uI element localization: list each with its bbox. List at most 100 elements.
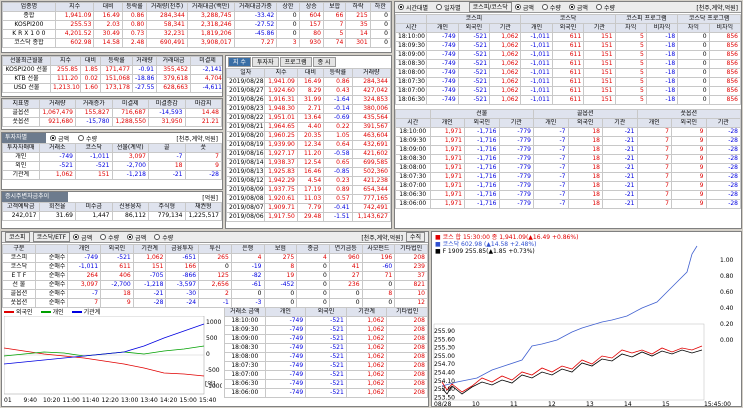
table-cell: 14.48 xyxy=(184,108,222,118)
y-tick-label: 0 xyxy=(206,351,210,358)
table-row[interactable]: 종합 1,941.09 16.49 0.86 284,344 3,288,745 -33.4… xyxy=(2,11,391,21)
table-row[interactable]: 18:08:00 -749 -521 1,062 -1,011 611 151 5 -18 0 85… xyxy=(395,68,741,78)
column-header: 등락률 xyxy=(121,2,148,12)
tab-kosdaq-etf[interactable]: 코스닥/ETF xyxy=(32,232,71,242)
table-cell: -1,218 xyxy=(132,280,167,290)
table-row[interactable]: 18:09:00 1,971 -1,716 -779 -7 18 -21 7 9 -28 xyxy=(395,145,741,155)
column-header: 풋 xyxy=(184,143,222,153)
table-cell: 80 xyxy=(298,29,324,39)
table-row[interactable]: 코스피 순매수 -749 -521 1,062 -651 265 4 275 4 960 196 208 xyxy=(2,253,428,263)
radio-quantity-2[interactable]: 수량 xyxy=(595,3,615,12)
table-row[interactable]: 18:07:00 -749 -521 1,062 -1,011 611 151 5 -18 0 85… xyxy=(395,86,741,96)
table-row[interactable]: E T F 순매수 264 406 -705 -866 125 -82 19 0 27 71 37 xyxy=(2,271,428,281)
table-row[interactable]: 2019/08/13 1,925.83 16.46 -0.85 502,360 xyxy=(226,167,391,177)
table-row[interactable]: 18:08:30 -749 -521 1,062 208 xyxy=(224,343,428,353)
table-row[interactable]: 2019/08/07 1,909.71 7.79 -0.41 742,491 xyxy=(226,203,391,213)
table-cell: -749 xyxy=(264,370,307,380)
legend-label: 개인 xyxy=(52,309,64,316)
kospi-kosdaq-button[interactable]: 코스피/코스닥 xyxy=(468,2,512,12)
table-row[interactable]: 18:07:00 1,971 -1,716 -779 -7 18 -21 7 9 -28 xyxy=(395,181,741,191)
table-cell: -7 xyxy=(533,172,569,182)
table-row[interactable]: 18:07:30 -749 -521 1,062 208 xyxy=(224,361,428,371)
table-row[interactable]: 18:06:00 -749 -521 1,062 208 xyxy=(224,388,428,398)
table-row[interactable]: 18:09:00 -749 -521 1,062 208 xyxy=(224,334,428,344)
table-row[interactable]: 18:09:30 1,971 -1,716 -779 -7 18 -21 7 9 -28 xyxy=(395,136,741,146)
table-cell: 1,920.61 xyxy=(264,194,298,204)
table-row[interactable]: 18:10:00 -749 -521 1,062 -1,011 611 151 5 -18 0 85… xyxy=(395,32,741,42)
radio-date[interactable]: 일자별 xyxy=(436,3,461,12)
table-row[interactable]: 2019/08/26 1,916.31 31.99 -1.64 324,853 xyxy=(226,95,391,105)
table-row[interactable]: 코스닥 순매수 -1,011 611 151 166 0 -19 8 0 41 -60 239 xyxy=(2,262,428,272)
table-row[interactable]: 18:09:30 -749 -521 1,062 -1,011 611 151 5 -18 0 85… xyxy=(395,41,741,51)
table-row[interactable]: 코스닥 종합 602.98 14.58 2.48 690,491 3,908,017 7.2… xyxy=(2,38,391,48)
tab-daily-2[interactable]: 프로그램 xyxy=(279,57,312,67)
tab-kospi[interactable]: 코스피 xyxy=(5,232,30,242)
table-row[interactable]: 2019/08/12 1,942.29 4.54 0.23 421,238 xyxy=(226,176,391,186)
vertical-button[interactable]: 수직 xyxy=(405,232,425,242)
x-tick-label: 12:20 xyxy=(102,397,119,404)
column-header: 지수 xyxy=(54,2,95,12)
table-row[interactable]: 18:10:00 1,971 -1,716 -779 -7 18 -21 7 9 -28 xyxy=(395,127,741,137)
table-cell: 9 xyxy=(671,127,707,137)
table-row[interactable]: 18:08:30 1,971 -1,716 -779 -7 18 -21 7 9 -28 xyxy=(395,154,741,164)
table-row[interactable]: KTB 선물 111.20 0.02 151,068 -18.86 379,618 4,70… xyxy=(2,74,222,84)
radio-amount-b[interactable]: 금액 xyxy=(73,233,92,242)
table-row[interactable]: 2019/08/06 1,917.50 29.48 -1.51 1,143,627 xyxy=(226,212,391,222)
radio-quantity[interactable]: 수량 xyxy=(78,134,97,143)
investor-trend-panel: 투자자별 금액 수량 [천주,계약,억원] 투자자매매 거래소 코스닥 선물(계약) 콜… xyxy=(1,132,223,190)
table-cell: 421,602 xyxy=(351,149,391,159)
table-row[interactable]: 18:08:00 -749 -521 1,062 208 xyxy=(224,352,428,362)
table-cell: -7 xyxy=(533,163,569,173)
table-row[interactable]: 2019/08/16 1,927.17 11.20 -0.58 421,602 xyxy=(226,149,391,159)
table-row[interactable]: 콜옵션 1,067,479 155,827 716,687 -14,593 14.48 xyxy=(2,108,222,118)
table-row[interactable]: KOSPI200 255.53 2.03 0.80 58,341 2,318,246 -27… xyxy=(2,20,391,30)
table-row[interactable]: 18:09:00 -749 -521 1,062 -1,011 611 151 5 -18 0 85… xyxy=(395,50,741,60)
table-row[interactable]: 개인 -749 -1,011 3,097 -7 7 xyxy=(2,152,222,162)
radio-time[interactable]: 시간대별 xyxy=(398,3,428,12)
table-row[interactable]: 2019/08/28 1,941.09 16.49 0.86 284,344 xyxy=(226,77,391,87)
table-row[interactable]: 18:06:00 1,971 -1,716 -779 -7 18 -21 7 9 -28 xyxy=(395,199,741,209)
radio-amount-1[interactable]: 금액 xyxy=(514,3,534,12)
table-row[interactable]: 18:10:00 -749 -521 1,062 208 xyxy=(224,316,428,326)
table-cell: 151 xyxy=(583,77,616,87)
table-row[interactable]: 풋옵션 921,680 -15,780 1,288,550 31,950 21.21 xyxy=(2,117,222,127)
table-row[interactable]: 2019/08/20 1,960.25 20.35 1.05 463,604 xyxy=(226,131,391,141)
column-header: 연기금등 xyxy=(328,244,363,254)
table-row[interactable]: 2019/08/23 1,948.30 2.71 -0.14 380,006 xyxy=(226,104,391,114)
table-row[interactable]: 외인 -521 -521 -2,700 18 9 xyxy=(2,161,222,171)
table-row[interactable]: 18:08:00 1,971 -1,716 -779 -7 18 -21 7 9 -28 xyxy=(395,163,741,173)
table-row[interactable]: USD 선물 1,213.10 1.60 173,178 -27.55 628,663 -4… xyxy=(2,83,222,93)
table-row[interactable]: KOSPI200 선물 255.85 1.85 171,477 -0.91 355,452… xyxy=(2,65,222,75)
table-row[interactable]: 2019/08/09 1,937.75 17.19 0.89 654,344 xyxy=(226,185,391,195)
table-row[interactable]: 2019/08/27 1,924.60 8.29 0.43 427,042 xyxy=(226,86,391,96)
table-row[interactable]: 2019/08/14 1,938.37 12.54 0.65 699,585 xyxy=(226,158,391,168)
table-row[interactable]: 18:07:30 -749 -521 1,062 -1,011 611 151 5 -18 0 85… xyxy=(395,77,741,87)
tab-daily-3[interactable]: 종 시 xyxy=(312,57,336,67)
table-row[interactable]: 18:07:00 -749 -521 1,062 208 xyxy=(224,370,428,380)
radio-quantity-b[interactable]: 수량 xyxy=(100,233,119,242)
table-row[interactable]: 18:07:30 1,971 -1,716 -779 -7 18 -21 7 9 -28 xyxy=(395,172,741,182)
row-label: 풋옵션 xyxy=(2,117,40,127)
table-row[interactable]: 선 물 순매수 3,097 -2,700 -1,218 -3,597 2,656 -61 -45… xyxy=(2,280,428,290)
tab-daily-0[interactable]: 지 수 xyxy=(228,57,251,67)
table-row[interactable]: K R X 1 0 0 4,201.52 30.49 0.73 32,231 1,819,… xyxy=(2,29,391,39)
table-cell: 1,948.30 xyxy=(264,104,298,114)
table-row[interactable]: 2019/08/22 1,951.01 13.64 -0.69 435,564 xyxy=(226,113,391,123)
radio-quantity-c[interactable]: 수량 xyxy=(154,233,173,242)
table-row[interactable]: 2019/08/08 1,920.61 11.03 0.57 777,165 xyxy=(226,194,391,204)
table-row[interactable]: 2019/08/19 1,939.90 12.34 0.64 432,691 xyxy=(226,140,391,150)
radio-amount-c[interactable]: 금액 xyxy=(127,233,146,242)
legend-item: 기관계 xyxy=(71,307,100,316)
radio-amount[interactable]: 금액 xyxy=(50,134,69,143)
radio-quantity-1[interactable]: 수량 xyxy=(541,3,561,12)
table-row[interactable]: 콜옵션 순매수 -7 18 -21 -30 2 0 0 0 0 8 10 xyxy=(2,289,428,299)
table-row[interactable]: 18:09:30 -749 -521 1,062 208 xyxy=(224,325,428,335)
tab-daily-1[interactable]: 투자자 xyxy=(251,57,279,67)
radio-amount-2[interactable]: 금액 xyxy=(568,3,588,12)
table-row[interactable]: 18:06:30 -749 -521 1,062 208 xyxy=(224,379,428,389)
table-row[interactable]: 18:06:30 -749 -521 1,062 -1,011 611 151 5 -18 0 85… xyxy=(395,95,741,105)
table-row[interactable]: 18:06:30 1,971 -1,716 -779 -7 18 -21 7 9 -28 xyxy=(395,190,741,200)
table-row[interactable]: 18:08:30 -749 -521 1,062 -1,011 611 151 5 -18 0 85… xyxy=(395,59,741,69)
table-row[interactable]: 2019/08/21 1,964.65 4.40 0.22 391,567 xyxy=(226,122,391,132)
table-row[interactable]: 기관계 1,062 151 -1,218 -21 -28 xyxy=(2,170,222,180)
